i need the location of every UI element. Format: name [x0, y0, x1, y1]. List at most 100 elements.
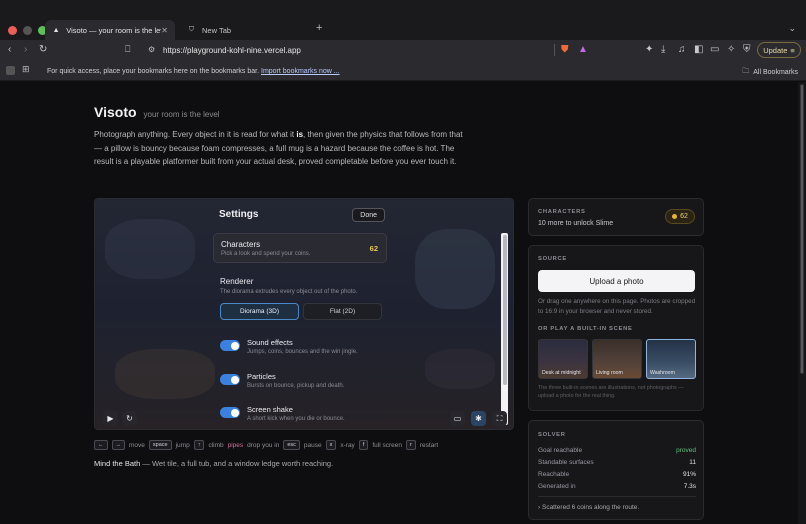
characters-label: CHARACTERS — [538, 209, 586, 215]
solver-row: Standable surfaces 11 — [538, 459, 696, 466]
tab-visoto[interactable]: ▲ Visoto — your room is the level ✕ — [45, 20, 175, 40]
particles-toggle[interactable] — [220, 374, 240, 385]
key-space: space — [148, 440, 172, 450]
site-settings-icon[interactable]: ⚙ — [148, 45, 155, 54]
apps-grid-icon[interactable]: ⊞ — [22, 64, 30, 75]
settings-scrollbar[interactable] — [501, 233, 508, 425]
extensions-icon[interactable]: ✦ — [645, 44, 653, 55]
renderer-subtitle: The diorama extrudes every object out of… — [220, 289, 358, 295]
address-bar[interactable]: ⚙ https://playground-kohl-nine.vercel.ap… — [143, 42, 555, 59]
solver-label: SOLVER — [538, 432, 566, 438]
wallet-icon[interactable]: ▭ — [710, 44, 719, 55]
unlock-text: 10 more to unlock Slime — [538, 220, 614, 227]
media-icon[interactable]: ♫ — [678, 44, 686, 55]
import-bookmarks-link[interactable]: Import bookmarks now ... — [261, 68, 340, 75]
tab-strip: ▲ Visoto — your room is the level ✕ ⛉ Ne… — [0, 0, 806, 40]
scene-living-room[interactable]: Living room — [592, 339, 642, 379]
characters-setting[interactable]: Characters Pick a look and spend your co… — [213, 233, 387, 263]
controls-hint: ← → move space jump ↑ climb pipes drop y… — [94, 440, 438, 450]
key-x: x — [325, 440, 337, 450]
game-canvas[interactable]: Settings Done Characters Pick a look and… — [94, 198, 514, 430]
key-r: r — [405, 440, 416, 450]
done-button[interactable]: Done — [352, 208, 385, 222]
solver-panel: SOLVER Goal reachable proved Standable su… — [528, 420, 704, 520]
upload-photo-button[interactable]: Upload a photo — [538, 270, 695, 292]
scenes-label: OR PLAY A BUILT-IN SCENE — [538, 326, 633, 332]
back-icon[interactable]: ‹ — [8, 44, 11, 55]
scene-washroom[interactable]: Washroom — [646, 339, 696, 379]
triangle-favicon-icon: ▲ — [52, 26, 60, 34]
brave-shields-icon[interactable]: ⛊ — [561, 44, 569, 55]
scene-list: Desk at midnight Living room Washroom — [538, 339, 696, 379]
brave-rewards-icon[interactable]: ▲ — [578, 44, 588, 55]
page-scrollbar[interactable] — [798, 82, 806, 524]
tab-menu-chevron-icon[interactable]: ⌄ — [788, 23, 796, 34]
xray-icon[interactable]: ▭ — [450, 411, 465, 426]
renderer-setting: Renderer The diorama extrudes every obje… — [220, 277, 357, 295]
scene-name: Mind the Bath — [94, 459, 141, 468]
close-tab-icon[interactable]: ✕ — [161, 26, 168, 35]
renderer-title: Renderer — [220, 277, 254, 286]
renderer-option-diorama[interactable]: Diorama (3D) — [220, 303, 299, 320]
characters-subtitle: Pick a look and spend your coins. — [221, 251, 311, 257]
solver-footer[interactable]: › Scattered 6 coins along the route. — [538, 504, 639, 511]
key-esc: esc — [283, 440, 300, 450]
bookmarks-message: For quick access, place your bookmarks h… — [47, 68, 340, 75]
url-text: https://playground-kohl-nine.vercel.app — [163, 46, 301, 55]
key-right: → — [111, 440, 125, 450]
toggle-title: Sound effects — [247, 338, 293, 347]
sidebar-icon[interactable]: ◧ — [694, 44, 703, 55]
key-up: ↑ — [193, 440, 205, 450]
minimize-window-button[interactable] — [23, 26, 32, 35]
toggle-title: Particles — [247, 372, 276, 381]
page-content: Visoto your room is the level Photograph… — [0, 82, 798, 524]
tab-new-tab[interactable]: ⛉ New Tab — [180, 20, 310, 40]
renderer-option-flat[interactable]: Flat (2D) — [303, 303, 382, 320]
settings-panel: Settings Done Characters Pick a look and… — [207, 199, 508, 429]
toggle-subtitle: A short kick when you die or bounce. — [247, 416, 345, 422]
all-bookmarks-button[interactable]: 🗀 All Bookmarks — [742, 67, 798, 78]
scenes-note: The three built-in scenes are illustrati… — [538, 385, 684, 399]
update-button[interactable]: Update ≡ — [757, 42, 801, 58]
key-left: ← — [94, 440, 108, 450]
close-window-button[interactable] — [8, 26, 17, 35]
settings-title: Settings — [219, 209, 259, 220]
scene-caption: Mind the Bath — Wet tile, a full tub, an… — [94, 459, 334, 468]
toggle-title: Screen shake — [247, 405, 293, 414]
reload-icon[interactable]: ↻ — [39, 44, 47, 55]
browser-toolbar: ‹ › ↻ ⎕ ⚙ https://playground-kohl-nine.v… — [0, 40, 806, 61]
sidebar-toggle-icon[interactable] — [6, 66, 15, 75]
fullscreen-icon[interactable]: ⛶ — [492, 411, 507, 426]
tagline: your room is the level — [143, 110, 220, 119]
update-label: Update — [763, 45, 788, 55]
settings-gear-icon[interactable]: ✱ — [471, 411, 486, 426]
new-tab-plus-icon[interactable]: + — [316, 22, 322, 34]
bookmark-icon[interactable]: ⎕ — [125, 44, 130, 55]
bookmarks-hint: For quick access, place your bookmarks h… — [47, 68, 260, 75]
screen-shake-toggle[interactable] — [220, 407, 240, 418]
key-f: f — [358, 440, 369, 450]
coin-icon — [672, 214, 678, 219]
tab-title: Visoto — your room is the level — [66, 25, 162, 35]
download-icon[interactable]: ⤓ — [661, 44, 665, 55]
coins-badge[interactable]: 62 — [665, 209, 695, 224]
sound-effects-toggle[interactable] — [220, 340, 240, 351]
intro-text: Photograph anything. Every object in it … — [94, 130, 463, 166]
leo-ai-icon[interactable]: ✧ — [727, 44, 735, 55]
scene-desk-at-midnight[interactable]: Desk at midnight — [538, 339, 588, 379]
forward-icon[interactable]: › — [24, 44, 27, 55]
vpn-icon[interactable]: ⛨ — [743, 44, 751, 55]
toggle-subtitle: Bursts on bounce, pickup and death. — [247, 383, 345, 389]
all-bookmarks-label: All Bookmarks — [753, 69, 798, 76]
solver-row: Reachable 91% — [538, 471, 696, 478]
toggle-subtitle: Jumps, coins, bounces and the win jingle… — [247, 349, 358, 355]
characters-title: Characters — [221, 240, 261, 249]
source-panel: SOURCE Upload a photo Or drag one anywhe… — [528, 245, 704, 411]
restart-icon[interactable]: ↻ — [122, 411, 137, 426]
bookmarks-bar: ⊞ For quick access, place your bookmarks… — [0, 61, 806, 81]
drag-text: Or drag one anywhere on this page. Photo… — [538, 298, 696, 315]
source-label: SOURCE — [538, 256, 568, 262]
characters-panel: CHARACTERS 10 more to unlock Slime 62 — [528, 198, 704, 236]
play-icon[interactable]: ▶ — [103, 411, 118, 426]
page-title: Visoto — [94, 104, 137, 120]
